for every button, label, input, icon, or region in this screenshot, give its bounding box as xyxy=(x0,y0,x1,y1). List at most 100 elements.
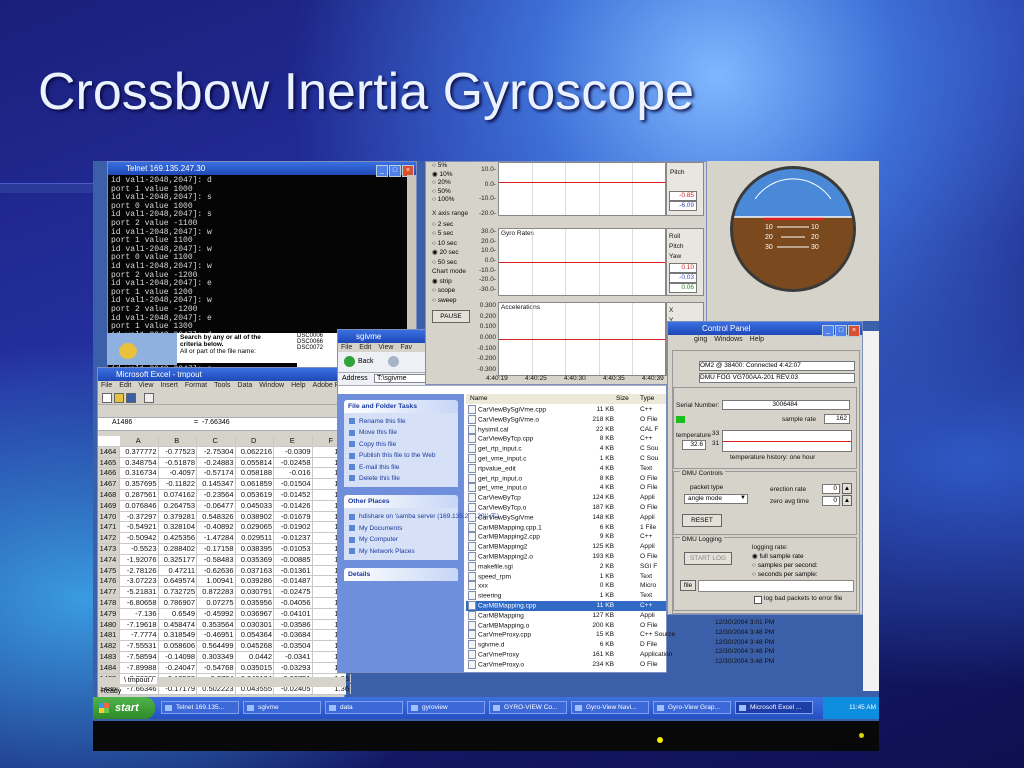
back-button[interactable]: Back xyxy=(358,358,374,365)
log-file-path[interactable] xyxy=(698,580,854,592)
file-tasks-header[interactable]: File and Folder Tasks xyxy=(344,400,458,413)
cell[interactable]: 0.786907 xyxy=(159,597,197,608)
row-number[interactable]: 1484 xyxy=(98,662,120,673)
cell[interactable]: -0.03504 xyxy=(274,641,313,651)
row-number[interactable]: 1477 xyxy=(98,587,120,597)
row-number[interactable]: 1483 xyxy=(98,651,120,662)
menu-item[interactable]: Edit xyxy=(359,344,371,351)
row-number[interactable]: 1479 xyxy=(98,608,120,619)
cell[interactable]: -0.46951 xyxy=(197,630,236,641)
cell[interactable]: -0.0309 xyxy=(274,446,313,457)
column-header[interactable]: E xyxy=(274,436,313,446)
cell[interactable]: 0.564499 xyxy=(197,641,236,651)
col-size[interactable]: Size xyxy=(616,394,629,404)
taskbar-item[interactable]: Telnet 169.135... xyxy=(161,701,239,714)
cell[interactable]: 0.325177 xyxy=(159,554,197,565)
cell[interactable]: 0.458474 xyxy=(159,619,197,630)
task-link[interactable]: Move this file xyxy=(349,427,453,438)
cell[interactable]: 0.061859 xyxy=(236,479,274,489)
cell[interactable]: 0.053619 xyxy=(236,489,274,500)
list-item[interactable]: CarViewBySgiVme 148 KB Appli xyxy=(466,512,666,523)
cell[interactable]: -0.01237 xyxy=(274,533,313,543)
cell[interactable]: 0.303349 xyxy=(197,651,236,662)
menu-item[interactable]: Help xyxy=(291,382,305,389)
cell[interactable]: 0.030791 xyxy=(236,587,274,597)
cell[interactable]: -0.01679 xyxy=(274,511,313,522)
list-item[interactable]: CarViewBySgiVme.o 218 KB O File xyxy=(466,414,666,425)
cell[interactable]: -0.01504 xyxy=(274,479,313,489)
cell[interactable]: 0.037163 xyxy=(236,565,274,576)
radio-option[interactable]: 5% xyxy=(432,162,472,171)
cell[interactable]: 0.036967 xyxy=(236,608,274,619)
list-item[interactable]: CarVmeProxy 161 KB Application xyxy=(466,649,672,660)
row-number[interactable]: 1476 xyxy=(98,576,120,587)
log-bad-checkbox[interactable] xyxy=(754,596,762,604)
list-item[interactable]: get_vme_input.c 1 KB C Sou xyxy=(466,453,666,464)
cell[interactable]: -0.37297 xyxy=(120,511,159,522)
row-number[interactable]: 1481 xyxy=(98,630,120,641)
task-link[interactable]: Delete this file xyxy=(349,473,453,484)
save-icon[interactable] xyxy=(126,393,136,403)
radio-option[interactable]: 10% xyxy=(432,171,472,180)
cell[interactable]: 0.058188 xyxy=(236,468,274,479)
cell[interactable]: -0.0341 xyxy=(274,651,313,662)
cell[interactable]: -5.21831 xyxy=(120,587,159,597)
cell[interactable]: 0.318549 xyxy=(159,630,197,641)
cell[interactable]: -0.24047 xyxy=(159,662,197,673)
list-item[interactable]: get_vme_input.o 4 KB O File xyxy=(466,483,666,493)
gyro-graph-window[interactable]: 5%10%20%50%100% X axis range 2 sec5 sec1… xyxy=(425,161,707,385)
cell[interactable]: 0.058606 xyxy=(159,641,197,651)
reset-button[interactable]: RESET xyxy=(682,514,722,527)
cell[interactable]: -0.03586 xyxy=(274,619,313,630)
open-icon[interactable] xyxy=(114,393,124,403)
cell[interactable]: 0.649574 xyxy=(159,576,197,587)
control-titlebar[interactable]: Control Panel _ □ × xyxy=(668,322,862,337)
list-item[interactable]: CarMBMapping.o 200 KB O File xyxy=(466,620,666,631)
cell[interactable]: 0.732725 xyxy=(159,587,197,597)
telnet-scrollbar[interactable] xyxy=(407,175,416,332)
cell[interactable]: -7.19618 xyxy=(120,619,159,630)
cell[interactable]: -0.17158 xyxy=(197,543,236,554)
radio-option[interactable]: 20% xyxy=(432,179,472,188)
cell[interactable]: -0.01902 xyxy=(274,522,313,533)
cell[interactable]: 0.264753 xyxy=(159,500,197,511)
erection-stepper[interactable]: ▲ xyxy=(842,483,852,494)
row-number[interactable]: 1478 xyxy=(98,597,120,608)
maximize-icon[interactable]: □ xyxy=(835,325,847,337)
list-item[interactable]: CarMBMapping.cpp.1 6 KB 1 File xyxy=(466,522,666,533)
cell[interactable]: -0.00885 xyxy=(274,554,313,565)
cell[interactable]: -0.01426 xyxy=(274,500,313,511)
cell[interactable]: 0.035956 xyxy=(236,597,274,608)
cell[interactable]: 0.377772 xyxy=(120,446,159,457)
list-item[interactable]: CarViewByTcp.cpp 8 KB C++ xyxy=(466,434,666,444)
radio-option[interactable]: 50 sec xyxy=(432,258,472,267)
cell[interactable]: 0.039286 xyxy=(236,576,274,587)
cell[interactable]: 0.6549 xyxy=(159,608,197,619)
cell[interactable]: -0.50942 xyxy=(120,533,159,543)
cell[interactable]: 0.074162 xyxy=(159,489,197,500)
excel-titlebar[interactable]: Microsoft Excel - tmpout xyxy=(98,368,344,381)
cell[interactable]: 0.029065 xyxy=(236,522,274,533)
menu-item[interactable]: Data xyxy=(237,382,252,389)
cell[interactable]: -0.24883 xyxy=(197,457,236,468)
cell[interactable]: -7.89988 xyxy=(120,662,159,673)
minimize-icon[interactable]: _ xyxy=(376,165,388,177)
cell[interactable]: -0.06477 xyxy=(197,500,236,511)
taskbar-item[interactable]: gyroview xyxy=(407,701,485,714)
other-places-header[interactable]: Other Places xyxy=(344,495,458,509)
file-button[interactable]: file xyxy=(680,580,696,591)
file-list[interactable]: CarViewBySgiVme.cpp 11 KB C++ CarViewBySgiV… xyxy=(466,405,675,670)
menu-item[interactable]: Edit xyxy=(119,382,131,389)
task-link[interactable]: Publish this file to the Web xyxy=(349,450,453,461)
chevron-down-icon[interactable]: ▼ xyxy=(740,495,746,501)
cell[interactable]: -0.54921 xyxy=(120,522,159,533)
cell[interactable]: -2.75304 xyxy=(197,446,236,457)
details-header[interactable]: Details xyxy=(344,568,458,582)
log-rate-option[interactable]: seconds per sample: xyxy=(752,570,852,579)
erection-input[interactable]: 0 xyxy=(822,484,840,494)
start-button[interactable]: start xyxy=(93,697,155,719)
cell[interactable]: -0.02458 xyxy=(274,457,313,468)
formula-input[interactable]: -7.66346 xyxy=(202,419,230,426)
cell[interactable]: -0.04056 xyxy=(274,597,313,608)
row-number[interactable]: 1467 xyxy=(98,479,120,489)
